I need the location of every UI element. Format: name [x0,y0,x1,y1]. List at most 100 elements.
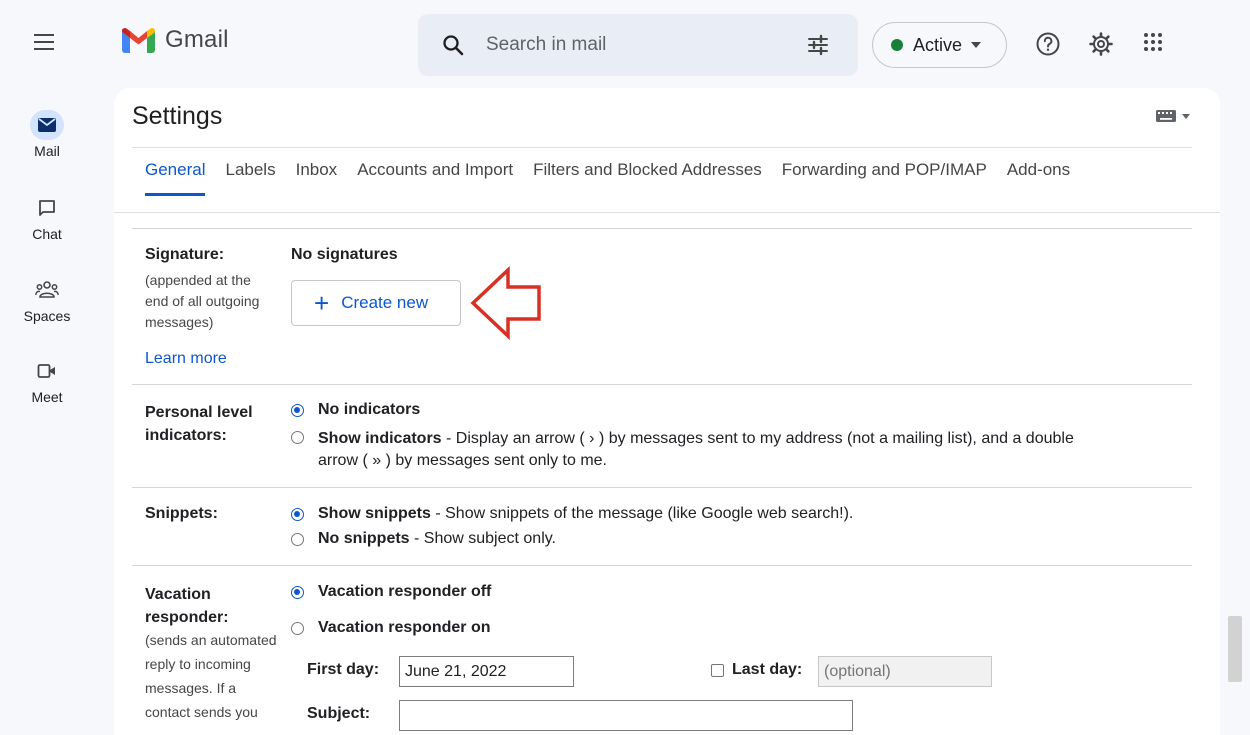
nav-item-spaces[interactable]: Spaces [0,275,94,324]
last-day-input[interactable] [818,656,992,687]
search-icon[interactable] [442,34,464,56]
meet-pill [30,356,64,386]
chat-pill [30,193,64,223]
radio-no-snippets[interactable] [291,533,304,546]
nav-item-label: Meet [31,389,63,405]
option-label: Show snippets [318,505,431,522]
gear-icon[interactable] [1088,31,1114,57]
option-label: Show indicators [318,430,442,447]
option-label: Vacation responder off [318,583,492,600]
tab-filters-and-blocked-addresses[interactable]: Filters and Blocked Addresses [533,160,762,196]
gmail-logo[interactable]: Gmail [122,26,229,54]
radio-show-snippets[interactable] [291,508,304,521]
help-line: (appended at the [145,272,251,288]
option-no-indicators: No indicators [291,401,420,419]
help-line: end of all outgoing [145,293,260,309]
mail-pill [30,110,64,140]
radio-show-indicators[interactable] [291,431,304,444]
spaces-pill [30,275,64,305]
menu-icon-bar [34,48,54,50]
status-label: Active [913,34,963,55]
label-line: Vacation [145,586,211,603]
radio-vacation-on[interactable] [291,622,304,635]
tab-accounts-and-import[interactable]: Accounts and Import [357,160,513,196]
settings-panel: Settings General Labels Inbox Accounts a… [114,88,1220,735]
option-label: No snippets [318,530,410,547]
annotation-arrow-icon [470,266,541,340]
option-no-snippets: No snippets - Show subject only. [291,530,556,548]
first-day-label: First day: [307,661,380,678]
label-line: responder: [145,609,229,626]
tab-forwarding-and-pop-imap[interactable]: Forwarding and POP/IMAP [782,160,987,196]
status-selector[interactable]: Active [872,22,1007,68]
signature-label: Signature: [145,246,225,263]
navigation-rail: Mail Chat Spaces Meet [0,0,94,735]
subject-input[interactable] [399,700,853,731]
nav-item-label: Spaces [23,308,71,324]
tab-add-ons[interactable]: Add-ons [1007,160,1070,196]
nav-item-mail[interactable]: Mail [0,110,94,159]
mail-icon [38,118,56,132]
option-detail: - Show subject only. [409,530,556,547]
app-name: Gmail [165,26,229,53]
nav-item-meet[interactable]: Meet [0,356,94,405]
help-icon[interactable] [1035,31,1061,57]
meet-icon [37,364,55,378]
menu-icon-bar [34,41,54,43]
option-detail: - Show snippets of the message (like Goo… [430,505,854,522]
plus-icon: + [314,288,330,318]
first-day-input[interactable] [399,656,574,687]
gmail-m-icon [122,27,155,53]
apps-grid-icon[interactable] [1142,31,1164,53]
chat-icon [39,200,55,216]
option-vacation-off: Vacation responder off [291,583,491,601]
signature-help-text: (appended at the end of all outgoing mes… [145,270,259,333]
signature-status: No signatures [291,246,398,263]
subject-label: Subject: [307,705,371,722]
main-menu-button[interactable] [34,34,54,50]
menu-icon [34,34,54,36]
learn-more-link[interactable]: Learn more [145,350,227,368]
settings-tabs: General Labels Inbox Accounts and Import… [145,160,1090,196]
help-line: contact sends you [145,704,258,720]
radio-vacation-off[interactable] [291,586,304,599]
page-title: Settings [132,102,223,130]
nav-item-chat[interactable]: Chat [0,193,94,242]
create-new-signature-button[interactable]: + Create new [291,280,461,326]
nav-item-label: Chat [32,226,62,242]
last-day-label: Last day: [732,661,803,678]
help-line: messages) [145,314,214,330]
option-detail: - Display an arrow ( › ) by messages sen… [441,430,1074,447]
search-options-icon[interactable] [807,34,829,56]
snippets-label: Snippets: [145,505,218,522]
vacation-responder-label: Vacation responder: [145,583,229,629]
divider [132,384,1192,385]
scrollbar-thumb[interactable] [1228,616,1242,682]
option-show-snippets: Show snippets - Show snippets of the mes… [291,505,853,523]
chevron-down-icon [971,42,982,48]
tab-inbox[interactable]: Inbox [296,160,338,196]
radio-no-indicators[interactable] [291,404,304,417]
create-new-label: Create new [341,293,429,312]
search-input[interactable] [486,31,786,59]
divider [132,487,1192,488]
help-line: messages. If a [145,680,237,696]
help-line: reply to incoming [145,656,251,672]
divider [132,228,1192,229]
option-show-indicators: Show indicators - Display an arrow ( › )… [291,428,1198,472]
divider [132,565,1192,566]
label-line: Personal level [145,404,253,421]
option-detail: arrow ( » ) by messages sent only to me. [318,452,607,469]
option-label: Vacation responder on [318,619,491,636]
label-line: indicators: [145,427,227,444]
status-dot [891,39,903,51]
input-tools-toggle[interactable] [1156,110,1190,122]
search-bar[interactable] [418,14,858,76]
spaces-icon [35,281,59,298]
help-line: (sends an automated [145,632,277,648]
divider [114,212,1220,213]
tab-labels[interactable]: Labels [225,160,275,196]
option-label: No indicators [318,401,421,418]
tab-general[interactable]: General [145,160,206,196]
last-day-checkbox[interactable] [711,664,724,677]
